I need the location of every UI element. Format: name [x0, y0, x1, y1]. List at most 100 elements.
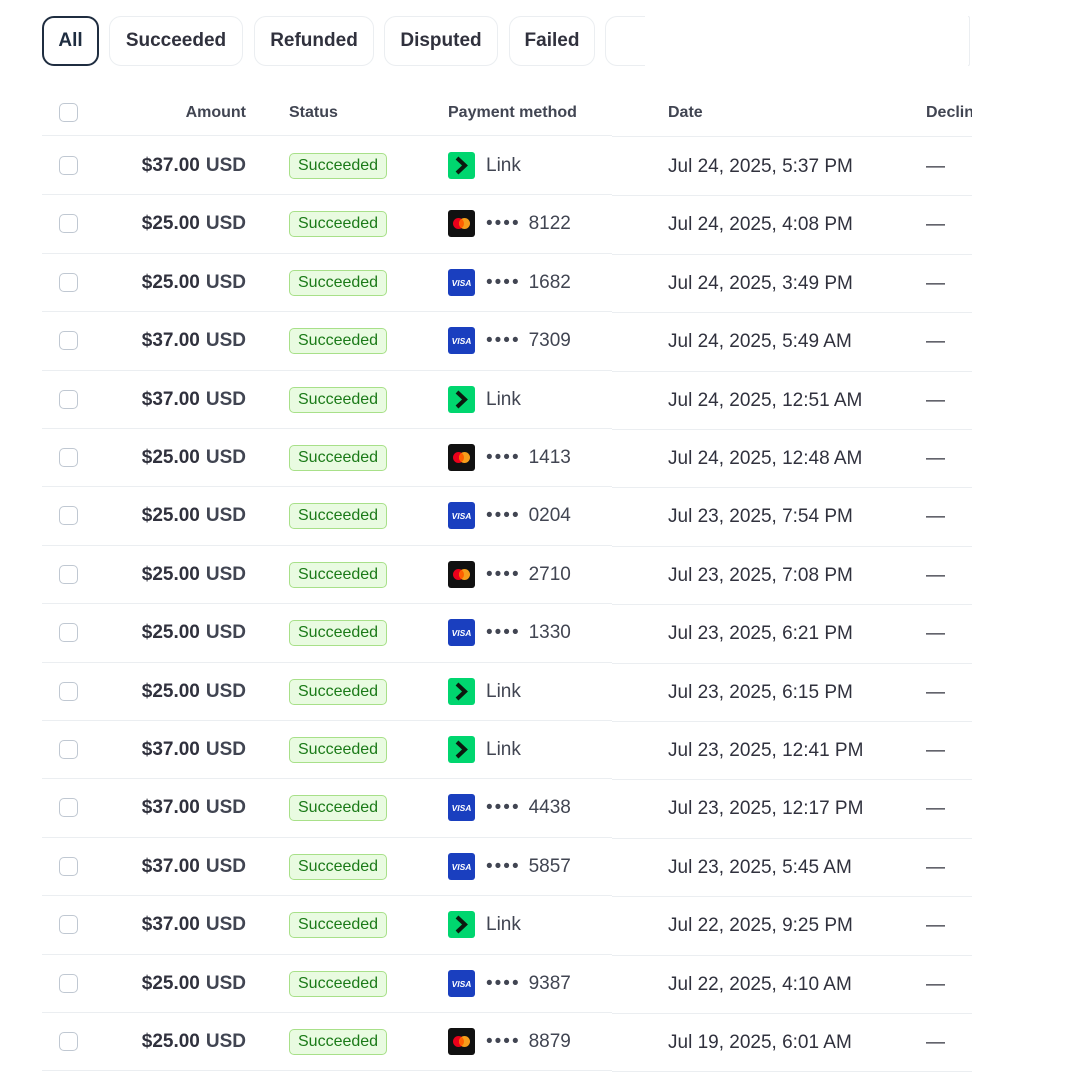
payment-method-text: •••• 9387 — [486, 973, 571, 995]
table-row[interactable]: $37.00 USD Succeeded Link Jul 23, 2025, 1… — [42, 721, 972, 779]
mastercard-icon — [448, 210, 475, 238]
amount-currency: USD — [205, 330, 246, 352]
declined-cell: — — [926, 331, 945, 353]
amount-cell: $25.00 USD — [42, 973, 246, 995]
payment-method-text: Link — [486, 914, 521, 936]
payment-method-text: •••• 0204 — [486, 505, 571, 527]
declined-cell: — — [926, 1032, 945, 1053]
link-pay-icon — [448, 911, 475, 939]
date-cell: Jul 24, 2025, 5:37 PM — [668, 156, 853, 177]
filter-overflow-edge — [968, 16, 970, 66]
amount-currency: USD — [205, 271, 246, 293]
filter-disputed[interactable]: Disputed — [384, 16, 498, 66]
status-filter-bar: All Succeeded Refunded Disputed Failed — [42, 16, 970, 66]
table-row[interactable]: $37.00 USD Succeeded Link Jul 24, 2025, 5… — [42, 137, 972, 195]
masked-card-dots: •••• — [486, 563, 521, 585]
header-amount[interactable]: Amount — [42, 90, 246, 136]
filter-overflow-tab[interactable] — [605, 16, 645, 66]
declined-cell: — — [926, 448, 945, 469]
amount-currency: USD — [205, 739, 246, 760]
table-row[interactable]: $37.00 USD Succeeded Link Jul 22, 2025, 9… — [42, 896, 972, 954]
declined-cell: — — [926, 915, 945, 937]
amount-currency: USD — [205, 622, 246, 644]
visa-icon: VISA — [448, 268, 475, 296]
amount-cell: $25.00 USD — [42, 564, 246, 586]
header-payment-method[interactable]: Payment method — [448, 90, 577, 136]
header-divider — [42, 135, 612, 136]
amount-cell: $25.00 USD — [42, 272, 246, 294]
svg-text:VISA: VISA — [452, 628, 472, 638]
table-row[interactable]: $25.00 USD Succeeded VISA •••• 1330 Jul 23… — [42, 604, 972, 662]
date-cell: Jul 23, 2025, 12:41 PM — [668, 740, 864, 761]
filter-succeeded[interactable]: Succeeded — [109, 16, 243, 66]
status-badge: Succeeded — [289, 445, 388, 471]
masked-card-dots: •••• — [486, 622, 521, 644]
svg-text:VISA: VISA — [452, 336, 472, 346]
visa-icon: VISA — [448, 969, 475, 997]
amount-cell: $25.00 USD — [42, 213, 246, 235]
payment-method-text: •••• 1413 — [486, 447, 571, 469]
payment-method-label: Link — [486, 739, 521, 760]
payment-method-text: •••• 5857 — [486, 856, 571, 878]
status-badge: Succeeded — [289, 328, 388, 355]
table-row[interactable]: $25.00 USD Succeeded •••• 2710 Jul 23, 202… — [42, 546, 972, 604]
amount-value: $37.00 — [141, 739, 200, 760]
payment-method-text: •••• 7309 — [486, 330, 571, 352]
mastercard-icon — [448, 560, 475, 588]
filter-all[interactable]: All — [42, 16, 99, 66]
table-row[interactable]: $25.00 USD Succeeded VISA •••• 0204 Jul 23… — [42, 487, 972, 545]
table-row[interactable]: $25.00 USD Succeeded VISA •••• 1682 Jul 24… — [42, 254, 972, 312]
declined-cell: — — [926, 389, 945, 411]
header-date[interactable]: Date — [668, 90, 703, 136]
date-cell: Jul 23, 2025, 12:17 PM — [668, 798, 864, 820]
visa-icon: VISA — [448, 502, 475, 530]
date-cell: Jul 23, 2025, 5:45 AM — [668, 856, 852, 878]
status-badge: Succeeded — [289, 912, 388, 939]
amount-cell: $25.00 USD — [42, 622, 246, 644]
table-row[interactable]: $37.00 USD Succeeded VISA •••• 7309 Jul 24… — [42, 312, 972, 370]
header-declined[interactable]: Declin — [926, 90, 972, 136]
table-row[interactable]: $37.00 USD Succeeded Link Jul 24, 2025, 1… — [42, 371, 972, 429]
table-row[interactable]: $25.00 USD Succeeded •••• 8122 Jul 24, 202… — [42, 195, 972, 253]
table-row[interactable]: $37.00 USD Succeeded VISA •••• 4438 Jul 23… — [42, 779, 972, 837]
svg-text:VISA: VISA — [452, 511, 472, 521]
date-cell: Jul 23, 2025, 6:15 PM — [668, 681, 853, 703]
link-pay-icon — [448, 736, 475, 763]
declined-cell: — — [926, 740, 945, 761]
amount-cell: $25.00 USD — [42, 505, 246, 527]
filter-refunded[interactable]: Refunded — [254, 16, 374, 66]
filter-failed[interactable]: Failed — [509, 16, 595, 66]
amount-cell: $25.00 USD — [42, 681, 246, 703]
declined-cell: — — [926, 798, 945, 820]
svg-text:VISA: VISA — [452, 803, 472, 813]
amount-currency: USD — [205, 972, 246, 994]
declined-cell: — — [926, 214, 945, 236]
payment-method-label: Link — [486, 388, 521, 410]
link-pay-icon — [448, 677, 475, 705]
amount-cell: $37.00 USD — [42, 330, 246, 352]
table-row[interactable]: $37.00 USD Succeeded VISA •••• 5857 Jul 23… — [42, 838, 972, 896]
card-last4: 1682 — [528, 271, 571, 293]
table-row[interactable]: $25.00 USD Succeeded Link Jul 23, 2025, 6… — [42, 663, 972, 721]
masked-card-dots: •••• — [486, 447, 521, 468]
amount-currency: USD — [205, 680, 246, 702]
masked-card-dots: •••• — [486, 213, 521, 235]
amount-cell: $37.00 USD — [42, 914, 246, 936]
amount-value: $25.00 — [141, 1031, 200, 1052]
mastercard-icon — [448, 444, 475, 471]
amount-currency: USD — [205, 855, 246, 877]
amount-currency: USD — [205, 563, 246, 585]
table-row[interactable]: $25.00 USD Succeeded •••• 1413 Jul 24, 202… — [42, 429, 972, 487]
status-badge: Succeeded — [289, 503, 388, 530]
amount-currency: USD — [205, 1031, 246, 1052]
svg-text:VISA: VISA — [452, 862, 472, 872]
status-badge: Succeeded — [289, 970, 388, 997]
masked-card-dots: •••• — [486, 855, 521, 877]
amount-value: $37.00 — [141, 388, 200, 410]
table-row[interactable]: $25.00 USD Succeeded VISA •••• 9387 Jul 22… — [42, 955, 972, 1013]
status-badge: Succeeded — [289, 386, 388, 413]
payment-method-label: Link — [486, 680, 521, 702]
amount-value: $25.00 — [141, 972, 200, 994]
table-row[interactable]: $25.00 USD Succeeded •••• 8879 Jul 19, 202… — [42, 1013, 972, 1071]
header-status[interactable]: Status — [289, 90, 338, 136]
